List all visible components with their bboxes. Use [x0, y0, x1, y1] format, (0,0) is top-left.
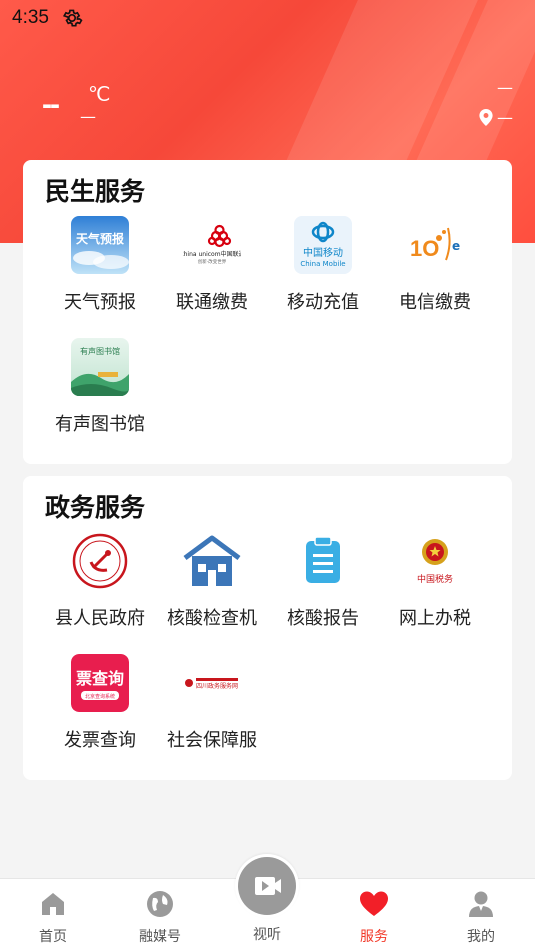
location-pin-icon: [479, 109, 493, 126]
tab-mine[interactable]: 我的: [436, 879, 526, 951]
globe-icon: [147, 891, 173, 917]
service-unicom-payment[interactable]: China unicom中国联通 创新·改变世界 联通缴费: [156, 216, 268, 314]
svg-text:1O: 1O: [410, 236, 439, 261]
nucleic-report-icon: [294, 532, 352, 590]
status-bar: 4:35: [0, 0, 535, 38]
weather-extra-value: —: [497, 78, 513, 97]
china-mobile-icon: 中国移动 China Mobile: [294, 216, 352, 274]
tab-label: 融媒号: [139, 929, 181, 945]
tab-home[interactable]: 首页: [8, 879, 98, 951]
location-row[interactable]: —: [479, 108, 513, 127]
svg-text:四川政务服务网: 四川政务服务网: [196, 682, 238, 690]
service-label: 社会保障服: [167, 730, 257, 751]
service-label: 网上办税: [399, 608, 471, 629]
service-nucleic-test-station[interactable]: 核酸检查机: [156, 532, 268, 630]
location-label: —: [497, 108, 513, 127]
home-icon: [42, 893, 64, 915]
audio-library-icon: 有声图书馆: [71, 338, 129, 396]
svg-text:China unicom中国联通: China unicom中国联通: [183, 250, 241, 258]
service-county-government[interactable]: 县人民政府: [44, 532, 156, 630]
livelihood-services-card: 民生服务 天气预报 天气预报 China unicom中国联通 创新·改变世界 …: [23, 160, 512, 464]
tab-video-button[interactable]: [235, 854, 299, 918]
service-nucleic-report[interactable]: 核酸报告: [267, 532, 379, 630]
user-icon: [469, 891, 493, 917]
service-weather-forecast[interactable]: 天气预报 天气预报: [44, 216, 156, 314]
service-label: 核酸检查机: [167, 608, 257, 629]
svg-text:有声图书馆: 有声图书馆: [80, 346, 120, 356]
weather-condition: —: [80, 107, 96, 126]
weather-forecast-icon: 天气预报: [71, 216, 129, 274]
nucleic-test-station-icon: [183, 532, 241, 590]
service-online-tax[interactable]: 中国税务 网上办税: [379, 532, 491, 630]
social-security-icon: 四川政务服务网: [183, 654, 241, 712]
tab-service[interactable]: 服务: [329, 879, 419, 951]
service-telecom-payment[interactable]: 1O e 电信缴费: [379, 216, 491, 314]
service-label: 移动充值: [287, 292, 359, 313]
service-label: 电信缴费: [399, 292, 471, 313]
service-label: 天气预报: [64, 292, 136, 313]
temperature-value: --: [42, 88, 60, 121]
temperature-unit: ℃: [88, 84, 111, 106]
svg-text:北京查询系统: 北京查询系统: [85, 693, 115, 700]
video-camera-icon: [255, 877, 281, 895]
svg-text:China Mobile: China Mobile: [300, 260, 345, 268]
service-label: 核酸报告: [287, 608, 359, 629]
section-title-livelihood: 民生服务: [45, 177, 146, 206]
status-time: 4:35: [12, 7, 49, 28]
online-tax-icon: 中国税务: [406, 532, 464, 590]
svg-text:票查询: 票查询: [76, 669, 124, 688]
government-services-card: 政务服务 县人民政府 核酸检查机 核酸报告 中国税务 网上办税 票查询 北京查询…: [23, 476, 512, 780]
service-social-security[interactable]: 四川政务服务网 社会保障服: [156, 654, 268, 752]
service-label: 发票查询: [64, 730, 136, 751]
svg-text:创新·改变世界: 创新·改变世界: [198, 258, 227, 265]
service-label: 县人民政府: [55, 608, 145, 629]
china-telecom-icon: 1O e: [406, 216, 464, 274]
county-government-icon: [71, 532, 129, 590]
svg-text:e: e: [452, 239, 460, 253]
heart-icon: [360, 891, 388, 916]
service-audio-library[interactable]: 有声图书馆 有声图书馆: [44, 338, 156, 436]
service-label: 联通缴费: [176, 292, 248, 313]
service-invoice-query[interactable]: 票查询 北京查询系统 发票查询: [44, 654, 156, 752]
tab-label: 我的: [467, 929, 495, 945]
gear-icon[interactable]: [61, 7, 83, 29]
invoice-query-icon: 票查询 北京查询系统: [71, 654, 129, 712]
service-label: 有声图书馆: [55, 414, 145, 435]
tab-video-label: 视听: [253, 927, 281, 943]
tab-label: 服务: [360, 929, 388, 945]
section-title-government: 政务服务: [45, 493, 146, 522]
tab-label: 首页: [39, 929, 67, 945]
svg-text:天气预报: 天气预报: [76, 231, 124, 246]
service-mobile-recharge[interactable]: 中国移动 China Mobile 移动充值: [267, 216, 379, 314]
tab-media[interactable]: 融媒号: [115, 879, 205, 951]
svg-text:中国税务: 中国税务: [417, 573, 453, 585]
svg-text:中国移动: 中国移动: [303, 246, 343, 259]
china-unicom-icon: China unicom中国联通 创新·改变世界: [183, 216, 241, 274]
